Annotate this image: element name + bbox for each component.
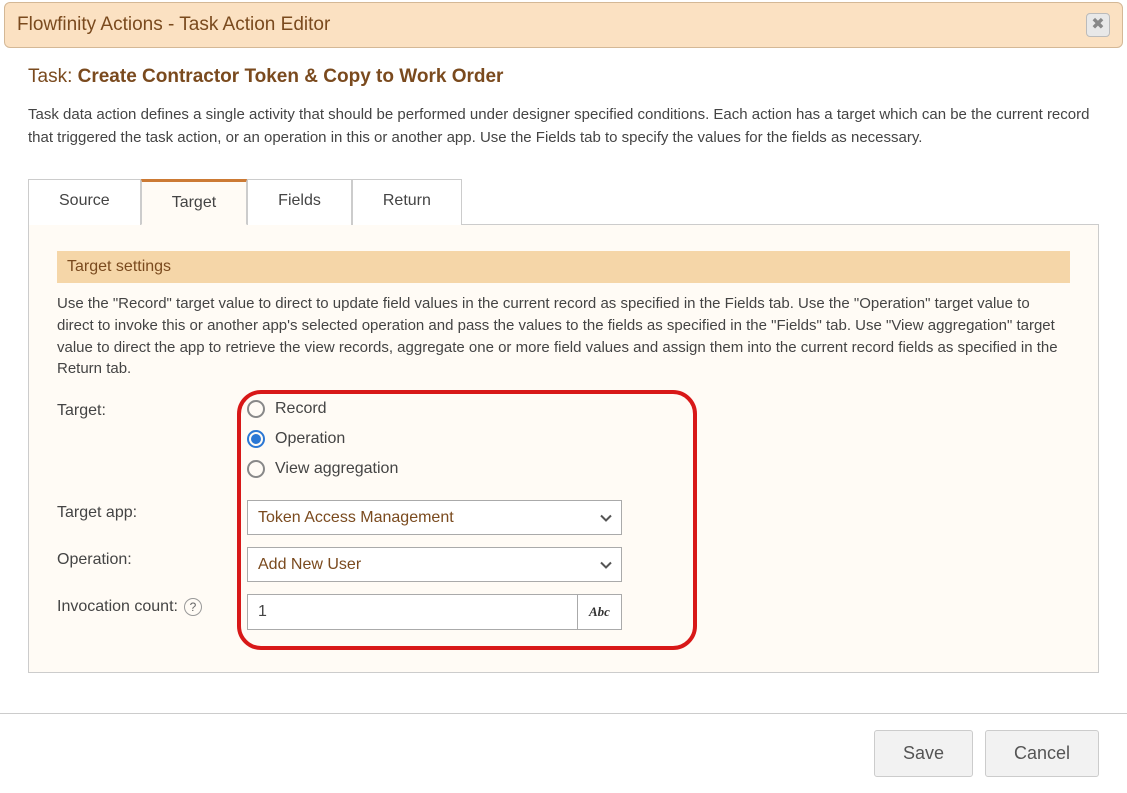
tab-return[interactable]: Return [352, 179, 462, 225]
close-icon: ✖ [1091, 17, 1104, 33]
task-title-row: Task: Create Contractor Token & Copy to … [28, 66, 1099, 88]
save-button[interactable]: Save [874, 730, 973, 777]
radio-icon [247, 400, 265, 418]
invocation-input-row: Abc [247, 594, 622, 630]
invocation-label: Invocation count: ? [57, 594, 247, 616]
dialog-content: Task: Create Contractor Token & Copy to … [0, 48, 1127, 673]
abc-button[interactable]: Abc [578, 594, 622, 630]
dialog-footer: Save Cancel [0, 713, 1127, 793]
section-header: Target settings [57, 251, 1070, 283]
tab-fields[interactable]: Fields [247, 179, 352, 225]
form-area: Target: Record Operation View aggregatio… [57, 398, 1070, 630]
cancel-button[interactable]: Cancel [985, 730, 1099, 777]
tabs: Source Target Fields Return [28, 179, 1099, 225]
form-row-target: Target: Record Operation View aggregatio… [57, 398, 1070, 478]
task-description: Task data action defines a single activi… [28, 104, 1099, 149]
task-name: Create Contractor Token & Copy to Work O… [78, 66, 504, 87]
radio-view-aggregation[interactable]: View aggregation [247, 460, 398, 478]
radio-record[interactable]: Record [247, 400, 398, 418]
target-label: Target: [57, 398, 247, 420]
radio-icon [247, 430, 265, 448]
tab-target[interactable]: Target [141, 179, 247, 225]
radio-icon [247, 460, 265, 478]
form-row-target-app: Target app: Token Access Management [57, 500, 1070, 535]
task-prefix: Task: [28, 66, 78, 87]
dialog-title: Flowfinity Actions - Task Action Editor [17, 14, 330, 36]
section-description: Use the "Record" target value to direct … [57, 293, 1070, 380]
operation-label: Operation: [57, 547, 247, 569]
radio-label: Record [275, 400, 327, 418]
radio-operation[interactable]: Operation [247, 430, 398, 448]
help-icon[interactable]: ? [184, 598, 202, 616]
dialog-header: Flowfinity Actions - Task Action Editor … [4, 2, 1123, 48]
form-row-operation: Operation: Add New User [57, 547, 1070, 582]
operation-select-wrapper: Add New User [247, 547, 622, 582]
operation-select[interactable]: Add New User [247, 547, 622, 582]
target-app-select[interactable]: Token Access Management [247, 500, 622, 535]
invocation-count-input[interactable] [247, 594, 578, 630]
tab-content-target: Target settings Use the "Record" target … [28, 225, 1099, 673]
radio-label: Operation [275, 430, 345, 448]
radio-label: View aggregation [275, 460, 398, 478]
target-app-label: Target app: [57, 500, 247, 522]
form-row-invocation: Invocation count: ? Abc [57, 594, 1070, 630]
target-radio-group: Record Operation View aggregation [247, 398, 398, 478]
target-app-select-wrapper: Token Access Management [247, 500, 622, 535]
tab-source[interactable]: Source [28, 179, 141, 225]
close-button[interactable]: ✖ [1086, 13, 1110, 37]
